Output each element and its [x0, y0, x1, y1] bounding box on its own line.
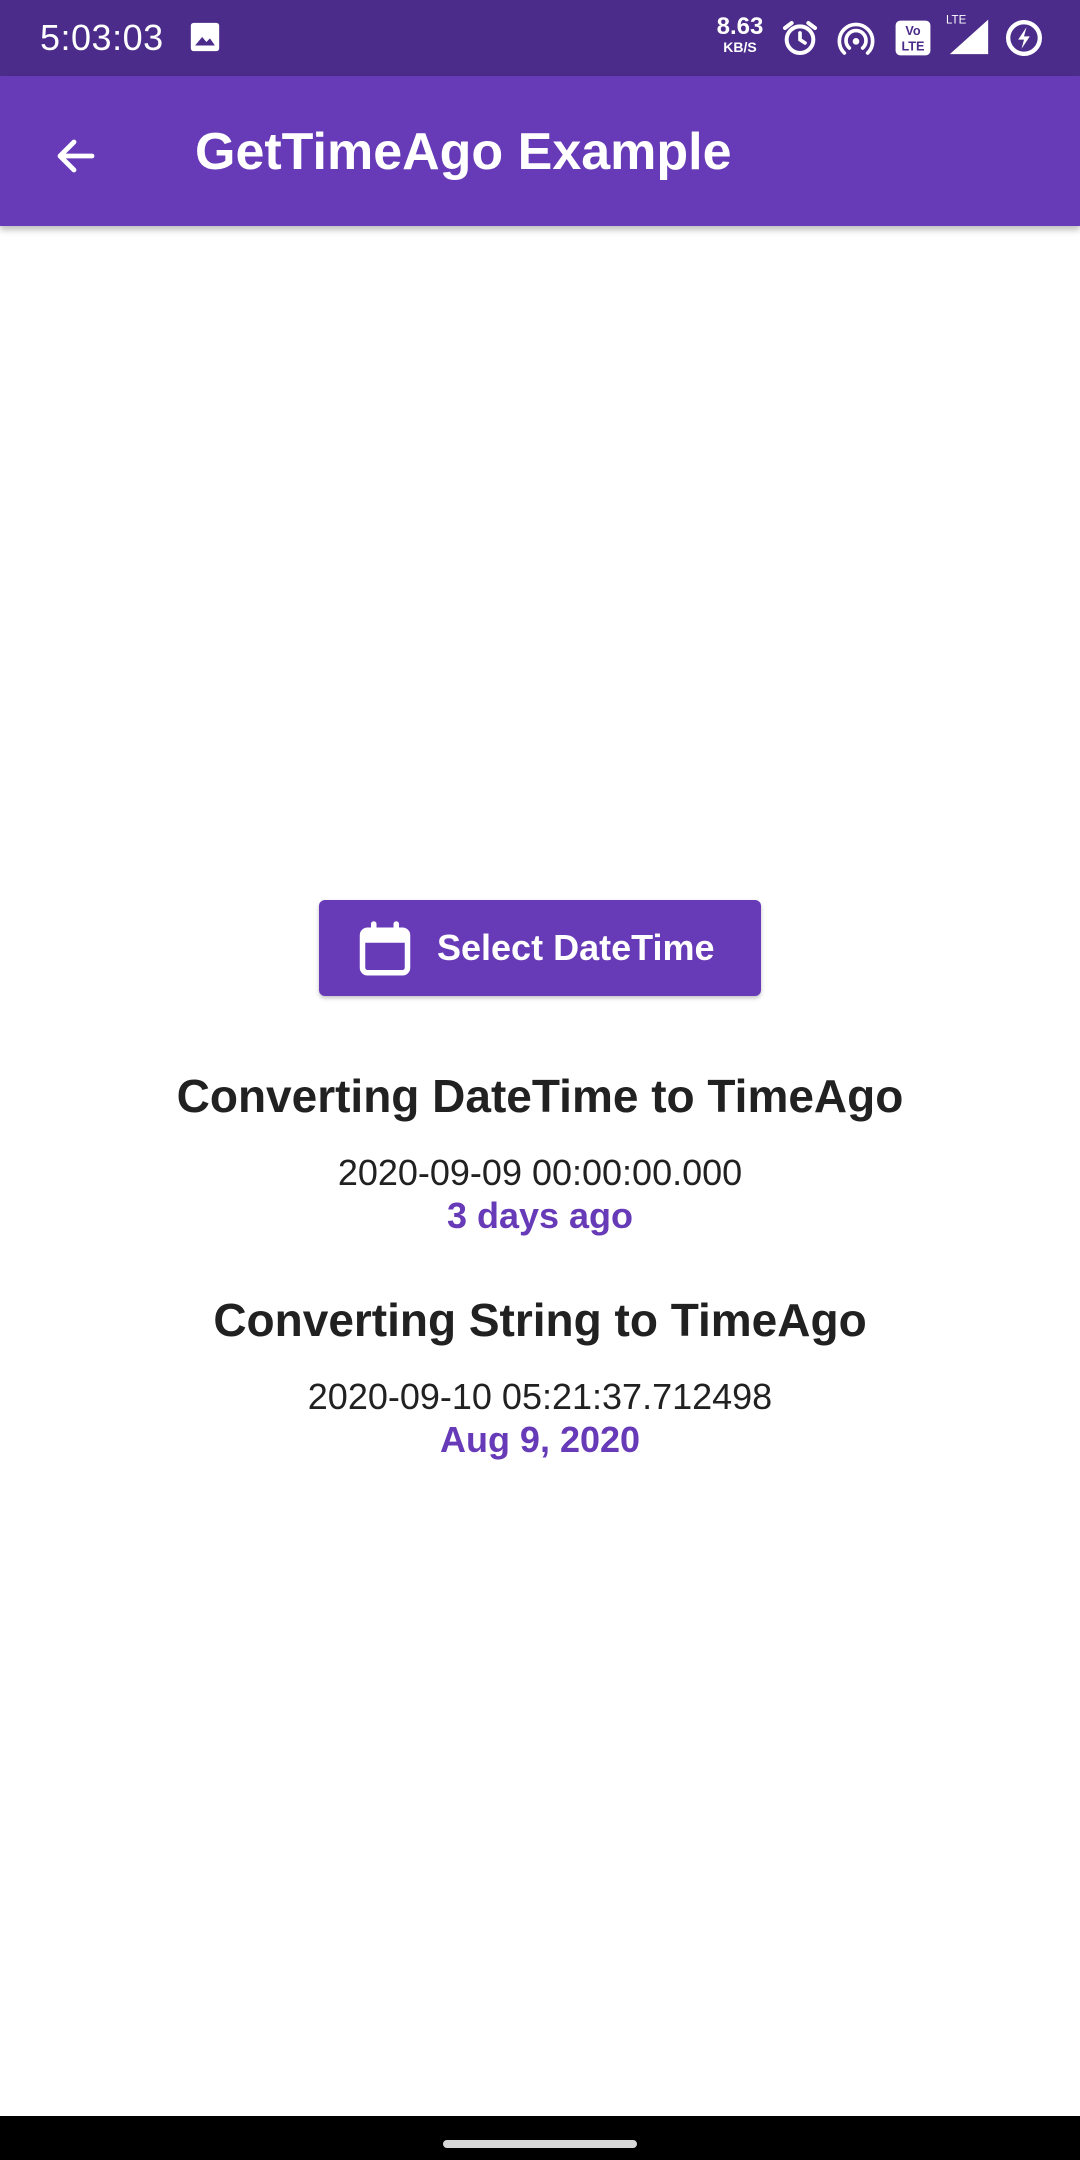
select-datetime-label: Select DateTime: [437, 927, 715, 968]
string-value: 2020-09-10 05:21:37.712498: [307, 1376, 773, 1417]
datetime-section-heading: Converting DateTime to TimeAgo: [176, 1070, 904, 1122]
hotspot-icon: [837, 22, 875, 55]
page-title: GetTimeAgo Example: [195, 123, 732, 181]
datetime-timeago-result: 3 days ago: [446, 1195, 634, 1236]
volte-bottom-text: LTE: [902, 40, 925, 54]
string-section-heading: Converting String to TimeAgo: [213, 1294, 867, 1346]
app-bar: GetTimeAgo Example: [0, 76, 1080, 226]
calendar-icon: [359, 921, 411, 976]
network-type-label: LTE: [946, 15, 967, 27]
alarm-icon: [783, 21, 817, 56]
select-datetime-button[interactable]: Select DateTime: [319, 900, 761, 996]
signal-icon: LTE: [946, 15, 989, 55]
network-speed-value: 8.63: [716, 13, 764, 40]
status-bar: 5:03:03 8.63 KB/S Vo LTE LTE: [0, 0, 1080, 76]
battery-saver-icon: [1006, 20, 1042, 56]
network-speed: 8.63 KB/S: [712, 13, 768, 55]
string-timeago-result: Aug 9, 2020: [439, 1419, 641, 1460]
arrow-back-icon: [57, 139, 95, 173]
status-time: 5:03:03: [40, 17, 164, 58]
image-icon: [190, 22, 220, 52]
volte-icon: Vo LTE: [895, 20, 931, 56]
back-button[interactable]: [40, 120, 112, 192]
home-gesture-handle[interactable]: [443, 2140, 637, 2148]
navigation-bar: [0, 2116, 1080, 2160]
datetime-value: 2020-09-09 00:00:00.000: [337, 1152, 743, 1193]
volte-top-text: Vo: [905, 24, 921, 38]
network-speed-unit: KB/S: [723, 39, 757, 55]
